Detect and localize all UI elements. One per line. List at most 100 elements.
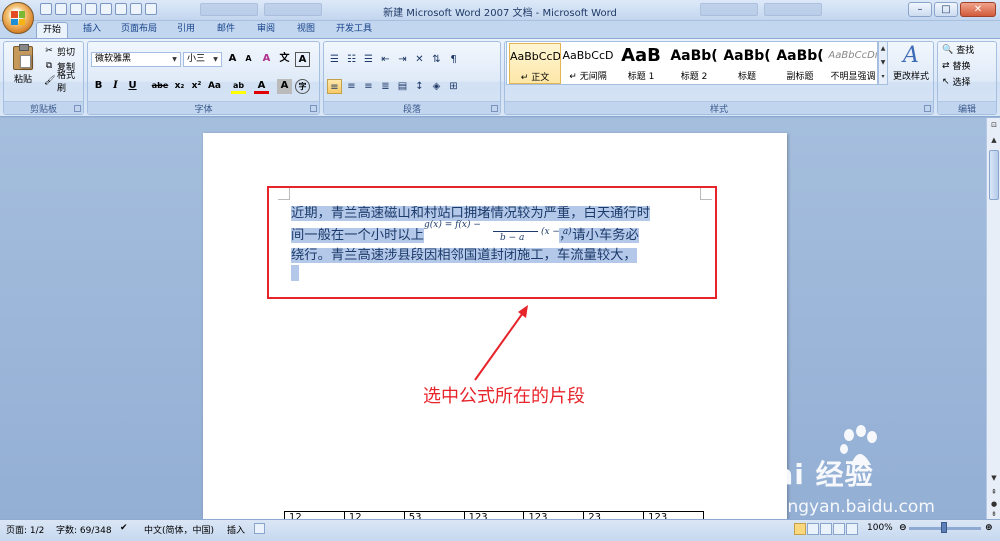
align-left-icon[interactable]: ≡ [327, 79, 342, 94]
superscript-button[interactable]: x² [189, 79, 204, 94]
style-name: 标题 2 [680, 72, 708, 82]
style-no-spacing[interactable]: AaBbCcD ↵ 无间隔 [562, 43, 614, 84]
page-count[interactable]: 页面: 1/2 [6, 523, 44, 536]
tab-page-layout[interactable]: 页面布局 [116, 22, 162, 38]
word-count[interactable]: 字数: 69/348 [56, 523, 112, 536]
taskbar-thumb[interactable] [700, 3, 758, 16]
find-button[interactable]: 🔍 查找 [942, 43, 974, 57]
chevron-down-icon[interactable]: ▼ [211, 54, 220, 65]
style-preview: AaBb( [776, 48, 824, 64]
print-layout-view-icon[interactable] [794, 523, 806, 535]
watermark-brand: Bai 经验 [752, 458, 874, 491]
character-shading-button[interactable]: A [277, 79, 292, 94]
distributed-icon[interactable]: ▤ [395, 79, 410, 94]
multilevel-list-icon[interactable]: ☰ [361, 52, 376, 67]
language-indicator[interactable]: 中文(简体，中国) [144, 523, 214, 536]
maximize-button[interactable]: □ [934, 2, 958, 17]
table-cell[interactable]: 53 [405, 512, 465, 519]
numbering-icon[interactable]: ☷ [344, 52, 359, 67]
chinese-layout-icon[interactable]: ✕ [412, 52, 427, 67]
table-cell[interactable]: 12 [345, 512, 405, 519]
bold-button[interactable]: B [91, 79, 106, 94]
close-button[interactable]: ✕ [960, 2, 996, 17]
font-name-combo[interactable]: 微软雅黑 ▼ [91, 52, 181, 67]
font-color-button[interactable]: A [254, 79, 269, 94]
change-styles-button[interactable]: A 更改样式 [891, 43, 931, 99]
highlight-button[interactable]: ab [231, 79, 246, 94]
style-heading-1[interactable]: AaB 标题 1 [615, 43, 667, 84]
dialog-launcher-icon[interactable] [924, 105, 931, 112]
bullets-icon[interactable]: ☰ [327, 52, 342, 67]
shading-icon[interactable]: ◈ [429, 79, 444, 94]
dialog-launcher-icon[interactable] [491, 105, 498, 112]
style-subtle-emphasis[interactable]: AaBbCcDı 不明显强调 [827, 43, 879, 84]
paste-button[interactable]: 粘贴 [8, 44, 38, 100]
line-spacing-icon[interactable]: ↕ [412, 79, 427, 94]
phonetic-guide-button[interactable]: 文 [277, 52, 292, 67]
character-border-button[interactable]: A [295, 52, 310, 67]
insert-mode[interactable]: 插入 [227, 523, 245, 536]
proofing-icon[interactable]: ✔ [120, 523, 128, 533]
table-cell[interactable]: 12 [285, 512, 345, 519]
office-button[interactable] [2, 2, 34, 34]
table-cell[interactable]: 23 [584, 512, 645, 519]
subscript-button[interactable]: x₂ [172, 79, 187, 94]
clear-format-button[interactable]: A [259, 52, 274, 67]
font-size-combo[interactable]: 小三 ▼ [183, 52, 222, 67]
table-cell[interactable]: 123 [644, 512, 704, 519]
format-painter-button[interactable]: 🖌 格式刷 [44, 71, 83, 94]
underline-button[interactable]: U [125, 79, 140, 94]
align-right-icon[interactable]: ≡ [361, 79, 376, 94]
web-layout-icon[interactable] [820, 523, 832, 535]
show-marks-icon[interactable]: ¶ [446, 52, 461, 67]
tab-developer[interactable]: 开发工具 [330, 22, 378, 38]
ruler-toggle-icon[interactable]: ⊡ [988, 119, 1000, 131]
zoom-slider-knob[interactable] [941, 522, 947, 533]
grow-font-button[interactable]: A [225, 52, 240, 67]
borders-icon[interactable]: ⊞ [446, 79, 461, 94]
chevron-down-icon[interactable]: ▼ [170, 54, 179, 65]
change-case-button[interactable]: Aa [207, 79, 222, 94]
scroll-up-icon[interactable]: ▲ [988, 134, 1000, 146]
strikethrough-button[interactable]: abe [150, 79, 170, 94]
shrink-font-button[interactable]: A [241, 52, 256, 67]
enclose-characters-button[interactable]: 字 [295, 79, 310, 94]
draft-view-icon[interactable] [846, 523, 858, 535]
table-cell[interactable]: 123 [465, 512, 525, 519]
decrease-indent-icon[interactable]: ⇤ [378, 52, 393, 67]
full-screen-reading-icon[interactable] [807, 523, 819, 535]
sort-icon[interactable]: ⇅ [429, 52, 444, 67]
style-preview: AaB [621, 45, 661, 66]
increase-indent-icon[interactable]: ⇥ [395, 52, 410, 67]
replace-button[interactable]: ⇄ 替换 [942, 59, 971, 73]
tab-insert[interactable]: 插入 [76, 22, 108, 38]
style-subtitle[interactable]: AaBb(副标题 [774, 43, 826, 84]
style-title[interactable]: AaBb(标题 [721, 43, 773, 84]
align-center-icon[interactable]: ≡ [344, 79, 359, 94]
style-normal[interactable]: AaBbCcD ↵ 正文 [509, 43, 561, 84]
taskbar-thumb[interactable] [764, 3, 822, 16]
tab-mailings[interactable]: 邮件 [210, 22, 242, 38]
scissors-icon: ✂ [45, 46, 53, 56]
styles-gallery-scroll[interactable]: ▲ ▼ ▾ [878, 41, 888, 85]
justify-icon[interactable]: ≣ [378, 79, 393, 94]
outline-view-icon[interactable] [833, 523, 845, 535]
select-button[interactable]: ↖ 选择 [942, 75, 971, 89]
macro-record-icon[interactable] [254, 523, 265, 534]
italic-button[interactable]: I [108, 79, 123, 94]
zoom-level[interactable]: 100% [867, 523, 893, 533]
dialog-launcher-icon[interactable] [310, 105, 317, 112]
style-heading-2[interactable]: AaBb(标题 2 [668, 43, 720, 84]
tab-review[interactable]: 审阅 [250, 22, 282, 38]
tab-home[interactable]: 开始 [36, 22, 68, 38]
zoom-out-icon[interactable]: ⊖ [899, 523, 907, 533]
minimize-button[interactable]: – [908, 2, 932, 17]
zoom-in-icon[interactable]: ⊕ [985, 523, 993, 533]
tab-references[interactable]: 引用 [170, 22, 202, 38]
dialog-launcher-icon[interactable] [74, 105, 81, 112]
tab-view[interactable]: 视图 [290, 22, 322, 38]
style-preview: AaBbCcD [562, 49, 614, 62]
table-cell[interactable]: 123 [524, 512, 585, 519]
cut-button[interactable]: ✂ 剪切 [44, 44, 75, 58]
scroll-thumb[interactable] [989, 150, 999, 200]
